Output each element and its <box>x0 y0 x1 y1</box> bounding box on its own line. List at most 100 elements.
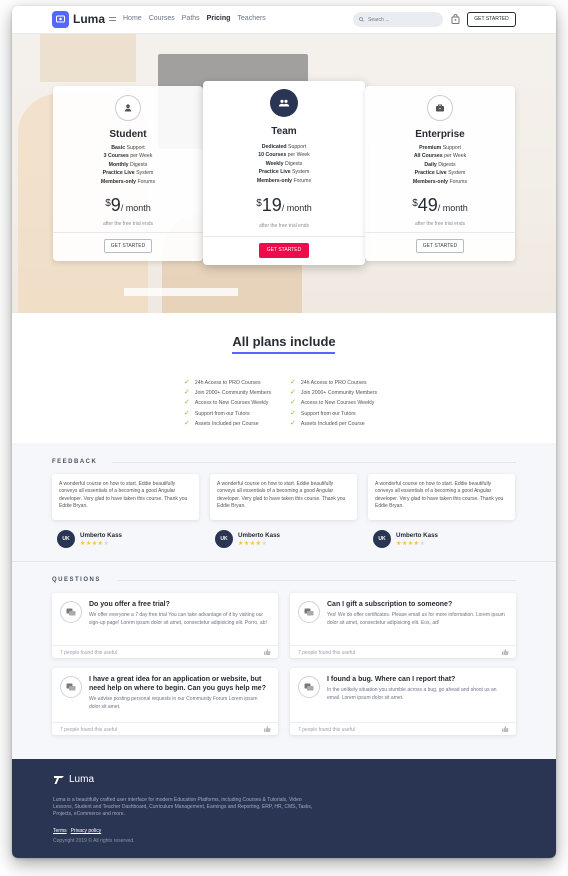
faq-card: Can I gift a subscription to someone? Ye… <box>290 593 516 658</box>
faq-answer: Yes! We do offer certificates. Please em… <box>327 612 505 626</box>
plan-feature: Premium Support <box>419 145 461 151</box>
plan-trial-note: after the free trial ends <box>102 221 154 227</box>
check-icon: ✓ <box>290 399 296 407</box>
faq-card: I found a bug. Where can I report that? … <box>290 668 516 735</box>
nav-get-started-button[interactable]: GET STARTED <box>467 12 516 27</box>
all-plans-title: All plans include <box>232 334 336 349</box>
footer-links: Terms Privacy policy <box>53 828 105 834</box>
feedback-heading: FEEDBACK <box>52 459 98 465</box>
plan-feature: All Courses per Week <box>413 153 467 160</box>
footer-description: Luma is a beautifully crafted user inter… <box>53 797 313 817</box>
check-icon: ✓ <box>290 389 296 397</box>
student-get-started-button[interactable]: GET STARTED <box>104 239 152 253</box>
nav-link-pricing[interactable]: Pricing <box>207 15 231 22</box>
search-input[interactable] <box>368 16 438 23</box>
useful-count: 7 people found this useful <box>60 727 117 733</box>
author-name[interactable]: Umberto Kass <box>238 532 280 539</box>
feedback-card: A wonderful course on how to start. Eddi… <box>210 474 357 520</box>
check-icon: ✓ <box>184 379 190 386</box>
luma-logo-icon <box>54 775 64 784</box>
avatar[interactable]: UK <box>215 530 233 548</box>
team-get-started-button[interactable]: GET STARTED <box>259 243 309 258</box>
nav-link-paths[interactable]: Paths <box>182 15 200 22</box>
briefcase-icon <box>427 95 453 121</box>
plan-card-team: Team Dedicated Support 10 Courses per We… <box>203 81 365 265</box>
faq-question[interactable]: I have a great idea for an application o… <box>89 676 270 693</box>
luma-logo-icon[interactable] <box>52 11 69 28</box>
cart-icon[interactable] <box>451 14 460 24</box>
brand-name[interactable]: Luma <box>73 12 105 26</box>
plan-feature: Members-only Forums <box>256 177 312 184</box>
rating-stars: ★★★★★ <box>80 540 122 547</box>
plan-features: Premium Support All Courses per Week Dai… <box>365 144 515 186</box>
rating-stars: ★★★★★ <box>238 540 280 547</box>
divider <box>53 232 203 233</box>
menu-icon[interactable] <box>109 17 116 23</box>
faq-question[interactable]: Can I gift a subscription to someone? <box>327 601 508 610</box>
thumbs-up-icon[interactable] <box>264 649 271 655</box>
questions-heading: QUESTIONS <box>52 577 101 583</box>
avatar[interactable]: UK <box>373 530 391 548</box>
faq-footer: 7 people found this useful <box>52 645 278 658</box>
plan-features: Basic Support 3 Courses per Week Monthly… <box>53 144 203 186</box>
plan-name: Student <box>109 129 147 140</box>
divider <box>112 462 516 463</box>
plan-name: Team <box>271 126 297 137</box>
plan-card-enterprise: Enterprise Premium Support All Courses p… <box>365 86 515 261</box>
plan-feature: Practice Live System <box>258 169 310 176</box>
faq-answer: In the unlikely situation you stumble ac… <box>327 687 497 701</box>
enterprise-get-started-button[interactable]: GET STARTED <box>416 239 464 253</box>
useful-count: 7 people found this useful <box>298 727 355 733</box>
divider <box>203 236 365 237</box>
feedback-card: A wonderful course on how to start. Eddi… <box>368 474 515 520</box>
search-icon <box>359 17 364 22</box>
plan-feature: Weekly Digests <box>265 160 303 167</box>
author-name[interactable]: Umberto Kass <box>80 532 122 539</box>
include-item: ✓ Access to New Courses Weekly <box>184 398 271 408</box>
faq-card: I have a great idea for an application o… <box>52 668 278 735</box>
faq-footer: 7 people found this useful <box>52 722 278 735</box>
nav-link-courses[interactable]: Courses <box>149 15 175 22</box>
check-icon: ✓ <box>184 389 190 397</box>
chat-icon <box>60 601 82 623</box>
title-underline <box>232 352 335 354</box>
useful-count: 7 people found this useful <box>298 650 355 656</box>
check-icon: ✓ <box>184 419 190 427</box>
browser-page: Luma Home Courses Paths Pricing Teachers… <box>12 6 556 858</box>
avatar[interactable]: UK <box>57 530 75 548</box>
terms-link[interactable]: Terms <box>53 828 67 834</box>
include-item: ✓ Support from our Tutors <box>290 409 377 419</box>
faq-question[interactable]: I found a bug. Where can I report that? <box>327 676 508 685</box>
top-navbar: Luma Home Courses Paths Pricing Teachers… <box>12 6 556 34</box>
chat-icon <box>298 676 320 698</box>
plan-price: $49/ month <box>412 195 468 215</box>
author-name[interactable]: Umberto Kass <box>396 532 438 539</box>
check-icon: ✓ <box>290 409 296 417</box>
faq-footer: 7 people found this useful <box>290 722 516 735</box>
plan-feature: Daily Digests <box>424 161 456 168</box>
plan-feature: 10 Courses per Week <box>258 152 310 159</box>
thumbs-up-icon[interactable] <box>264 726 271 732</box>
feedback-author: UK Umberto Kass ★★★★★ <box>57 530 122 548</box>
footer-logo[interactable]: Luma <box>53 774 94 785</box>
plan-trial-note: after the free trial ends <box>258 223 310 229</box>
faq-answer: We offer everyone a 7 day free trial You… <box>89 612 267 626</box>
chat-icon <box>298 601 320 623</box>
includes-list-left: ✓ 24h Access to PRO Courses ✓ Join 2000+ C… <box>184 378 271 429</box>
all-plans-section: All plans include ✓ 24h Access to PRO Cou… <box>12 313 556 443</box>
privacy-link[interactable]: Privacy policy <box>71 828 102 834</box>
divider <box>12 561 556 562</box>
faq-question[interactable]: Do you offer a free trial? <box>89 601 270 610</box>
thumbs-up-icon[interactable] <box>502 649 509 655</box>
thumbs-up-icon[interactable] <box>502 726 509 732</box>
plan-feature: Practice Live System <box>102 170 154 177</box>
nav-link-teachers[interactable]: Teachers <box>237 15 265 22</box>
include-item: ✓ Assets Included per Course <box>184 419 271 429</box>
star-empty-icon: ★ <box>103 540 110 547</box>
nav-links: Home Courses Paths Pricing Teachers <box>123 15 266 22</box>
plan-feature: Practice Live System <box>414 170 466 177</box>
nav-link-home[interactable]: Home <box>123 15 142 22</box>
plan-price: $19/ month <box>256 195 312 215</box>
search-box[interactable] <box>353 12 443 27</box>
user-icon <box>115 95 141 121</box>
